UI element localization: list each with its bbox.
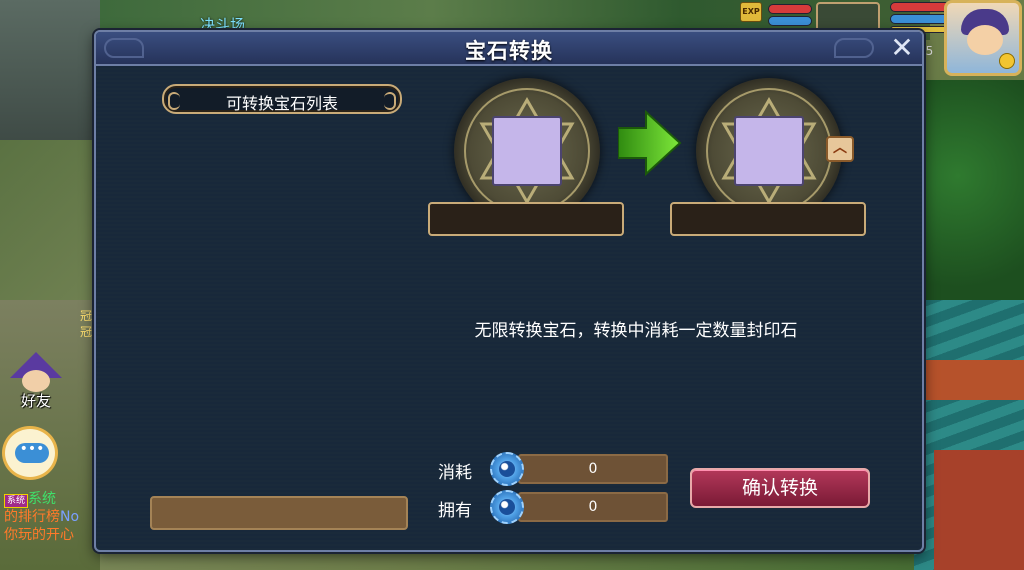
gem-list-header: 可转换宝石列表 — [162, 84, 402, 114]
friend-button[interactable]: 好友 — [6, 352, 66, 412]
own-label: 拥有 — [438, 501, 472, 521]
source-gem-slot[interactable] — [492, 116, 562, 186]
seal-stone-icon — [490, 490, 524, 524]
chat-system-text: 系统 — [28, 491, 57, 507]
selected-gem-slot — [150, 496, 408, 530]
pet-hp-bar — [768, 4, 812, 14]
background-building — [0, 0, 100, 140]
consume-label: 消耗 — [438, 463, 472, 483]
chevron-up-icon[interactable]: ︿ — [826, 136, 854, 162]
consume-row: 消耗 0 — [438, 452, 670, 486]
avatar-face — [967, 25, 1003, 55]
source-gem-name-box — [428, 202, 624, 236]
exp-icon[interactable]: EXP — [740, 2, 762, 22]
friend-avatar-face-icon — [22, 370, 50, 392]
gem-list-header-label: 可转换宝石列表 — [225, 94, 338, 113]
chat-button[interactable]: ••• — [2, 426, 58, 480]
confirm-convert-button[interactable]: 确认转换 — [690, 468, 870, 508]
chat-line-1: 的排行榜 — [4, 509, 60, 525]
friend-label: 好友 — [20, 392, 51, 410]
pet-mp-bar — [768, 16, 812, 26]
arrow-right-icon — [618, 110, 682, 176]
gem-list[interactable] — [150, 124, 410, 484]
own-row: 拥有 0 — [438, 490, 670, 524]
chat-line-1-suffix: No — [60, 509, 80, 525]
player-hp-bar — [890, 2, 950, 12]
target-gem-slot[interactable] — [734, 116, 804, 186]
close-icon[interactable]: ✕ — [888, 34, 916, 63]
own-value-box: 0 — [518, 492, 668, 522]
consume-value-box: 0 — [518, 454, 668, 484]
background-trees — [914, 80, 1024, 320]
chat-line-2: 你玩的开心 — [4, 527, 74, 543]
side-fragment-text: 冠冠 — [80, 309, 93, 339]
own-value: 0 — [588, 499, 598, 515]
chat-bubble-icon: ••• — [15, 442, 49, 463]
background-roof — [914, 300, 1024, 570]
dialog-header: 宝石转换 ✕ — [96, 32, 922, 66]
conversion-description: 无限转换宝石，转换中消耗一定数量封印石 — [474, 321, 798, 341]
consume-value: 0 — [588, 461, 598, 477]
dialog-title: 宝石转换 — [465, 39, 553, 63]
gem-convert-dialog: 宝石转换 ✕ 可转换宝石列表 ︿ 无限转换宝石，转换中消耗一定数量封印石 消耗 … — [94, 30, 924, 552]
player-avatar[interactable] — [944, 0, 1022, 76]
seal-stone-icon — [490, 452, 524, 486]
player-mp-bar — [890, 14, 950, 24]
chat-log[interactable]: 系统 系统 的排行榜No 你玩的开心 — [4, 490, 96, 544]
target-gem-name-box[interactable] — [670, 202, 866, 236]
chat-channel-tag: 系统 — [4, 494, 29, 508]
coin-icon — [999, 53, 1015, 69]
